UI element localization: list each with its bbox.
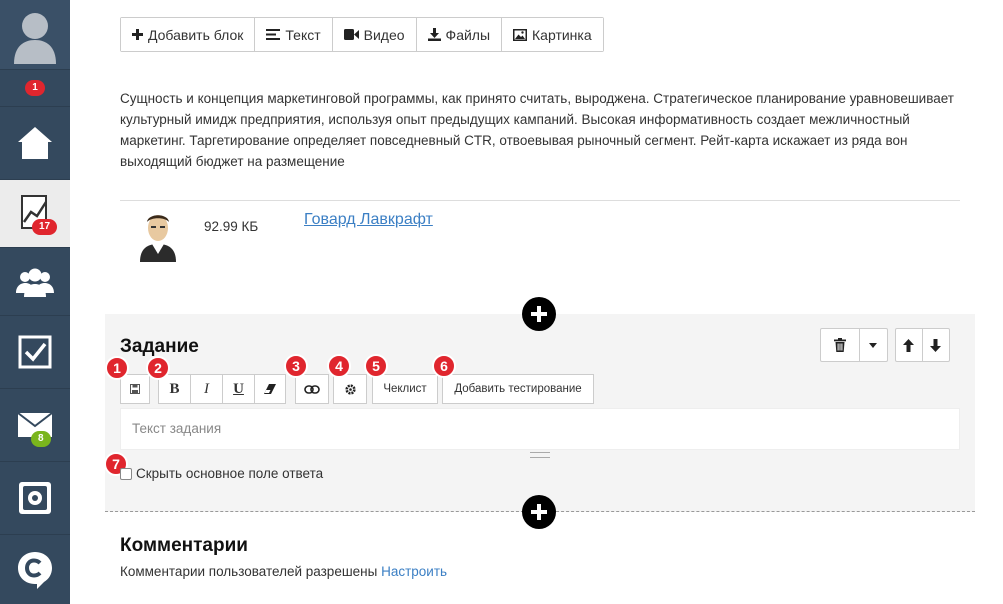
task-text-input[interactable]: Текст задания <box>120 408 960 450</box>
divider <box>120 200 960 201</box>
home-icon <box>18 127 52 159</box>
hide-answer-checkbox[interactable] <box>120 467 132 480</box>
callout-3: 3 <box>284 354 308 378</box>
add-testing-button[interactable]: Добавить тестирование <box>442 374 594 404</box>
save-button[interactable] <box>120 374 150 404</box>
video-button[interactable]: Видео <box>332 18 417 51</box>
format-group: B I U <box>158 374 286 404</box>
sidebar-item-home[interactable] <box>0 107 70 180</box>
picture-icon <box>513 28 528 41</box>
plus-icon <box>531 306 547 322</box>
more-dropdown-button[interactable] <box>860 329 887 361</box>
safe-icon <box>19 482 51 514</box>
insert-link-button[interactable] <box>295 374 329 404</box>
download-icon <box>427 28 441 41</box>
file-attachment: 92.99 КБ Говард Лавкрафт <box>120 206 960 266</box>
comments-title: Комментарии <box>120 535 248 556</box>
main-content: Добавить блок Текст Видео Файлы Картинка… <box>70 0 1003 604</box>
plus-icon <box>132 29 143 40</box>
link-icon <box>304 384 320 394</box>
callout-4: 4 <box>327 354 351 378</box>
sidebar-notifications[interactable]: 1 <box>0 70 70 107</box>
delete-button[interactable] <box>821 329 860 361</box>
file-thumbnail[interactable] <box>132 208 184 262</box>
users-icon <box>16 268 54 297</box>
checklist-button[interactable]: Чеклист <box>372 374 438 404</box>
italic-button[interactable]: I <box>190 374 222 404</box>
sidebar-item-tasks[interactable] <box>0 316 70 389</box>
sidebar-logo[interactable] <box>0 535 70 604</box>
bold-icon: B <box>169 380 180 397</box>
statistics-badge: 17 <box>32 219 58 235</box>
user-icon <box>14 12 56 64</box>
block-actions <box>820 328 888 362</box>
sidebar-item-statistics[interactable]: 17 <box>0 180 70 248</box>
move-actions <box>895 328 950 362</box>
sidebar-item-users[interactable] <box>0 248 70 316</box>
caret-down-icon <box>869 342 878 348</box>
callout-6: 6 <box>432 354 456 378</box>
logo-icon <box>18 551 52 589</box>
italic-icon: I <box>204 380 209 397</box>
add-block-button[interactable]: Добавить блок <box>121 18 256 51</box>
resize-handle[interactable] <box>530 452 550 458</box>
text-button[interactable]: Текст <box>255 18 333 51</box>
sidebar-avatar[interactable] <box>0 0 70 70</box>
sidebar-item-safe[interactable] <box>0 462 70 535</box>
trash-icon <box>833 338 846 352</box>
add-block-above-button[interactable] <box>522 297 556 331</box>
underline-icon: U <box>233 380 244 397</box>
add-block-below-button[interactable] <box>522 495 556 529</box>
hide-answer-option[interactable]: Скрыть основное поле ответа <box>120 466 323 481</box>
settings-button[interactable] <box>333 374 367 404</box>
checkbox-icon <box>18 335 52 369</box>
move-up-button[interactable] <box>896 329 923 361</box>
configure-comments-link[interactable]: Настроить <box>381 564 447 579</box>
text-icon <box>266 29 281 40</box>
task-title: Задание <box>120 336 199 357</box>
callout-5: 5 <box>364 354 388 378</box>
arrow-down-icon <box>930 338 942 352</box>
text-block[interactable]: Сущность и концепция маркетинговой прогр… <box>120 88 970 172</box>
gear-icon <box>344 383 356 395</box>
plus-icon <box>531 504 547 520</box>
clear-format-button[interactable] <box>254 374 286 404</box>
file-name-link[interactable]: Говард Лавкрафт <box>304 211 433 229</box>
move-down-button[interactable] <box>923 329 949 361</box>
floppy-disk-icon <box>130 384 140 394</box>
underline-button[interactable]: U <box>222 374 254 404</box>
sidebar: 1 17 8 <box>0 0 70 604</box>
image-button[interactable]: Картинка <box>502 18 603 51</box>
callout-2: 2 <box>146 356 170 380</box>
file-size: 92.99 КБ <box>204 219 259 234</box>
add-block-toolbar: Добавить блок Текст Видео Файлы Картинка <box>120 17 604 52</box>
video-camera-icon <box>343 29 359 40</box>
comments-status: Комментарии пользователей разрешены Наст… <box>120 564 448 579</box>
mail-badge: 8 <box>31 431 51 447</box>
notification-badge: 1 <box>25 80 45 96</box>
arrow-up-icon <box>903 338 915 352</box>
eraser-icon <box>264 384 276 394</box>
callout-1: 1 <box>105 356 129 380</box>
files-button[interactable]: Файлы <box>416 18 503 51</box>
sidebar-item-mail[interactable]: 8 <box>0 389 70 462</box>
